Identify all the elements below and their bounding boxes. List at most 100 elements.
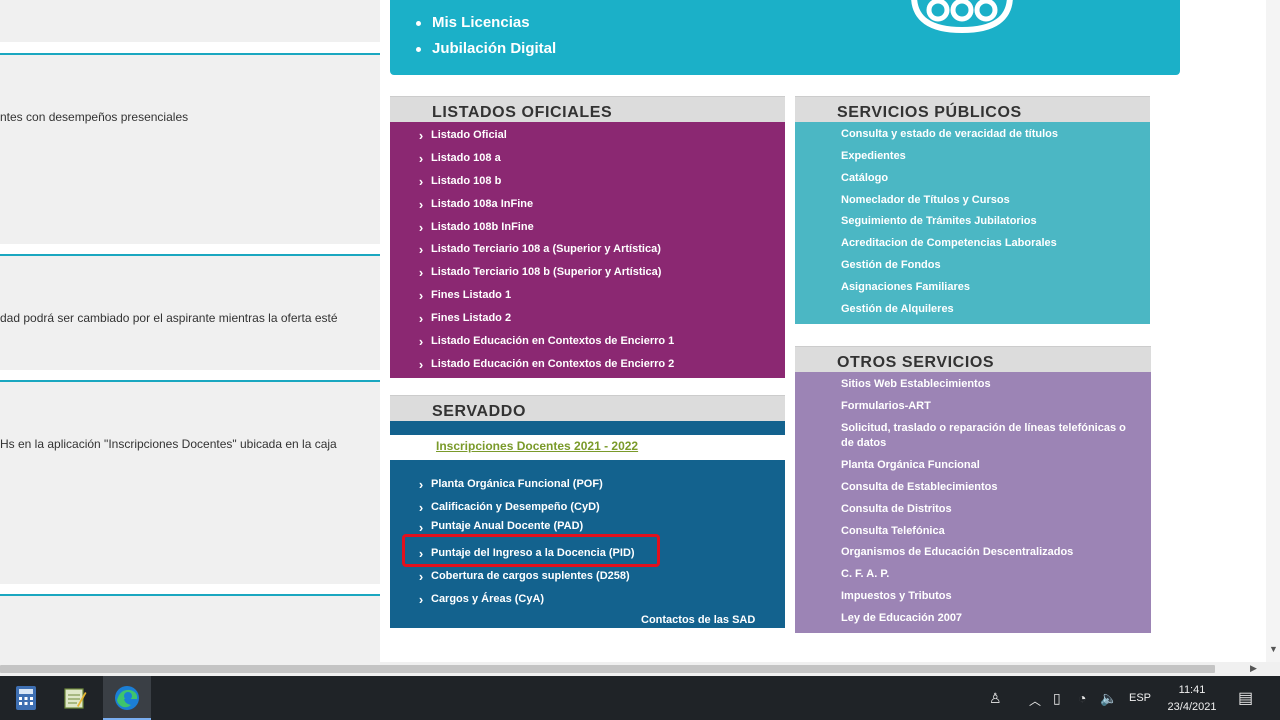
servaddo-link[interactable]: › Planta Orgánica Funcional (POF) — [390, 474, 603, 494]
servaddo-link[interactable]: › Cargos y Áreas (CyA) — [390, 589, 544, 609]
chevron-right-icon: › — [418, 310, 424, 326]
vertical-scrollbar[interactable]: ▼ — [1266, 0, 1280, 662]
otro-servicio-link[interactable]: Consulta de Distritos — [841, 502, 952, 517]
listados-oficiales-list: › Listado Oficial › Listado 108 a › Listado… — [390, 122, 785, 378]
clock-time[interactable]: 11:41 — [1160, 684, 1224, 696]
listado-link[interactable]: › Listado Educación en Contextos de Encie… — [390, 354, 674, 374]
notifications-icon[interactable]: ▤ — [1238, 688, 1253, 708]
taskbar-calculator[interactable] — [2, 676, 50, 720]
chevron-right-icon: › — [418, 287, 424, 303]
listado-link[interactable]: › Fines Listado 1 — [390, 285, 511, 305]
scroll-down-arrow-icon[interactable]: ▼ — [1269, 644, 1278, 654]
otro-servicio-link[interactable]: Solicitud, traslado o reparación de líne… — [841, 421, 1141, 451]
otro-servicio-link[interactable]: Organismos de Educación Descentralizados — [841, 545, 1073, 560]
listado-link-label: Fines Listado 2 — [431, 312, 512, 324]
listado-link-label: Listado 108a InFine — [431, 198, 534, 210]
listado-link[interactable]: › Listado Educación en Contextos de Encie… — [390, 331, 674, 351]
contactos-sad-link[interactable]: Contactos de las SAD — [641, 610, 755, 630]
servicio-link[interactable]: Catálogo — [841, 171, 888, 186]
servaddo-header-bar — [390, 421, 785, 435]
windows-taskbar: ♙ ︿ ▯ ◔ 🔈 ESP 11:41 23/4/2021 ▤ — [0, 676, 1280, 720]
banner-link-list: Mis Licencias Jubilación Digital — [415, 10, 556, 62]
listado-link-label: Listado 108b InFine — [431, 221, 534, 233]
servicio-link[interactable]: Gestión de Alquileres — [841, 302, 954, 317]
servaddo-link-label: Calificación y Desempeño (CyD) — [431, 501, 600, 513]
otro-servicio-link[interactable]: Sitios Web Establecimientos — [841, 377, 991, 392]
left-panel-top — [0, 0, 380, 42]
inscripciones-link[interactable]: Inscripciones Docentes 2021 - 2022 — [436, 439, 638, 453]
people-icon[interactable]: ♙ — [989, 690, 1002, 707]
servaddo-box: SERVADDO Inscripciones Docentes 2021 - 2… — [390, 395, 785, 628]
left-panel-4 — [0, 594, 380, 662]
chevron-right-icon: › — [418, 591, 424, 607]
volume-icon[interactable]: 🔈 — [1100, 690, 1117, 707]
listado-link[interactable]: › Listado 108 b — [390, 171, 501, 191]
servicio-link[interactable]: Gestión de Fondos — [841, 258, 941, 273]
listado-link[interactable]: › Listado 108 a — [390, 148, 501, 168]
servaddo-title: SERVADDO — [390, 395, 785, 421]
scroll-right-arrow-icon[interactable]: ▶ — [1250, 663, 1257, 674]
chevron-right-icon: › — [418, 241, 424, 257]
servicio-link[interactable]: Acreditacion de Competencias Laborales — [841, 236, 1057, 251]
servicio-link[interactable]: Nomeclador de Títulos y Cursos — [841, 193, 1010, 208]
listado-link-label: Listado 108 b — [431, 175, 502, 187]
clock-date[interactable]: 23/4/2021 — [1160, 701, 1224, 713]
listado-link[interactable]: › Listado Oficial — [390, 125, 507, 145]
otro-servicio-link[interactable]: Consulta Telefónica — [841, 524, 945, 539]
servaddo-link[interactable]: › Cobertura de cargos suplentes (D258) — [390, 566, 630, 586]
language-indicator[interactable]: ESP — [1125, 692, 1155, 704]
taskbar-notepad[interactable] — [51, 676, 99, 720]
left-panel-2: dad podrá ser cambiado por el aspirante … — [0, 254, 380, 370]
servaddo-link-label: Cargos y Áreas (CyA) — [431, 593, 545, 605]
horizontal-scrollbar[interactable]: ▶ — [0, 662, 1266, 676]
servaddo-link-label: Planta Orgánica Funcional (POF) — [431, 478, 603, 490]
browser-viewport: ntes con desempeños presenciales dad pod… — [0, 0, 1266, 662]
notepad-icon — [64, 688, 87, 709]
network-icon[interactable]: ◔ — [1078, 690, 1086, 706]
servaddo-body: Inscripciones Docentes 2021 - 2022 › Plan… — [390, 421, 785, 628]
listado-link[interactable]: › Listado Terciario 108 b (Superior y Art… — [390, 262, 662, 282]
abc-logo[interactable] — [906, 0, 1018, 34]
highlight-annotation — [402, 534, 660, 567]
taskbar-edge[interactable] — [103, 676, 151, 720]
chevron-right-icon: › — [418, 150, 424, 166]
otro-servicio-link[interactable]: Impuestos y Tributos — [841, 589, 952, 604]
device-icon[interactable]: ▯ — [1053, 690, 1061, 707]
contactos-sad-label: Contactos de las SAD — [641, 614, 756, 626]
listado-link-label: Listado Oficial — [431, 129, 507, 141]
servaddo-link[interactable]: › Calificación y Desempeño (CyD) — [390, 497, 600, 517]
servicio-link[interactable]: Consulta y estado de veracidad de título… — [841, 127, 1058, 142]
servicios-publicos-list: Consulta y estado de veracidad de título… — [795, 122, 1150, 324]
servicio-link[interactable]: Seguimiento de Trámites Jubilatorios — [841, 214, 1037, 229]
otro-servicio-link[interactable]: Consulta de Establecimientos — [841, 480, 997, 495]
servaddo-link-label: Puntaje Anual Docente (PAD) — [431, 520, 584, 532]
listado-link[interactable]: › Listado Terciario 108 a (Superior y Art… — [390, 239, 661, 259]
left-panel-text: dad podrá ser cambiado por el aspirante … — [0, 311, 338, 325]
otros-servicios-list: Sitios Web Establecimientos Formularios-… — [795, 372, 1151, 633]
calculator-icon — [16, 686, 36, 710]
servicio-link[interactable]: Asignaciones Familiares — [841, 280, 970, 295]
banner-link-mis-licencias[interactable]: Mis Licencias — [415, 10, 556, 36]
left-panel-1: ntes con desempeños presenciales — [0, 53, 380, 244]
left-panel-text: Hs en la aplicación "Inscripciones Docen… — [0, 437, 337, 451]
show-hidden-icons-chevron-icon[interactable]: ︿ — [1029, 692, 1041, 709]
servaddo-link[interactable]: › Puntaje Anual Docente (PAD) — [390, 520, 583, 532]
otros-servicios-title: OTROS SERVICIOS — [795, 346, 1151, 372]
chevron-right-icon: › — [418, 264, 424, 280]
listado-link[interactable]: › Fines Listado 2 — [390, 308, 511, 328]
otro-servicio-link[interactable]: C. F. A. P. — [841, 567, 889, 582]
otro-servicio-link[interactable]: Planta Orgánica Funcional — [841, 458, 980, 473]
chevron-right-icon: › — [418, 333, 424, 349]
banner-link-jubilacion-digital[interactable]: Jubilación Digital — [415, 36, 556, 62]
listado-link[interactable]: › Listado 108b InFine — [390, 217, 534, 237]
servicios-publicos-box: SERVICIOS PÚBLICOS Consulta y estado de … — [795, 96, 1150, 324]
otro-servicio-link[interactable]: Ley de Educación 2007 — [841, 611, 962, 626]
listado-link-label: Listado 108 a — [431, 152, 501, 164]
otro-servicio-link[interactable]: Formularios-ART — [841, 399, 931, 414]
listado-link[interactable]: › Listado 108a InFine — [390, 194, 533, 214]
servaddo-link-label: Cobertura de cargos suplentes (D258) — [431, 570, 630, 582]
listados-oficiales-box: LISTADOS OFICIALES › Listado Oficial › Lis… — [390, 96, 785, 378]
servicio-link[interactable]: Expedientes — [841, 149, 906, 164]
horizontal-scroll-thumb[interactable] — [0, 665, 1215, 673]
left-column: ntes con desempeños presenciales dad pod… — [0, 0, 380, 662]
